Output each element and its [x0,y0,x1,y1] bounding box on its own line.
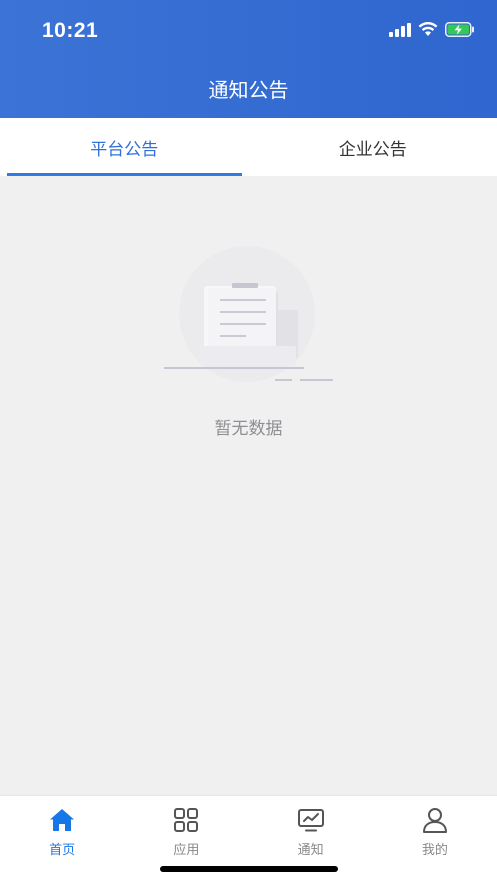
tab-enterprise-announcements[interactable]: 企业公告 [249,118,497,176]
status-bar: 10:21 [0,0,497,60]
status-icons [389,22,475,37]
grid-icon [174,808,199,832]
empty-state-text: 暂无数据 [214,419,283,439]
status-time: 10:21 [42,19,99,42]
home-icon [50,809,75,831]
signal-icon [389,22,411,37]
battery-charging-icon [445,22,474,37]
wifi-icon [418,22,438,36]
home-indicator [160,866,338,872]
empty-document-icon [164,246,333,382]
page-title: 通知公告 [208,78,289,102]
tabbar-item-profile[interactable]: 我的 [373,796,497,883]
announcement-list: 暂无数据 [0,176,497,796]
monitor-chart-icon [297,809,324,832]
tabbar-label: 我的 [421,843,448,858]
tab-label: 平台公告 [90,139,159,160]
app-header: 10:21 通知公告 [0,0,497,118]
tab-platform-announcements[interactable]: 平台公告 [0,118,249,176]
segment-tabs: 平台公告 企业公告 [0,118,497,176]
tabbar-label: 首页 [49,843,76,858]
user-icon [422,808,447,833]
tabbar-label: 通知 [297,843,324,858]
tab-label: 企业公告 [338,139,407,160]
tabbar-label: 应用 [173,843,200,858]
tabbar-item-home[interactable]: 首页 [0,796,124,883]
